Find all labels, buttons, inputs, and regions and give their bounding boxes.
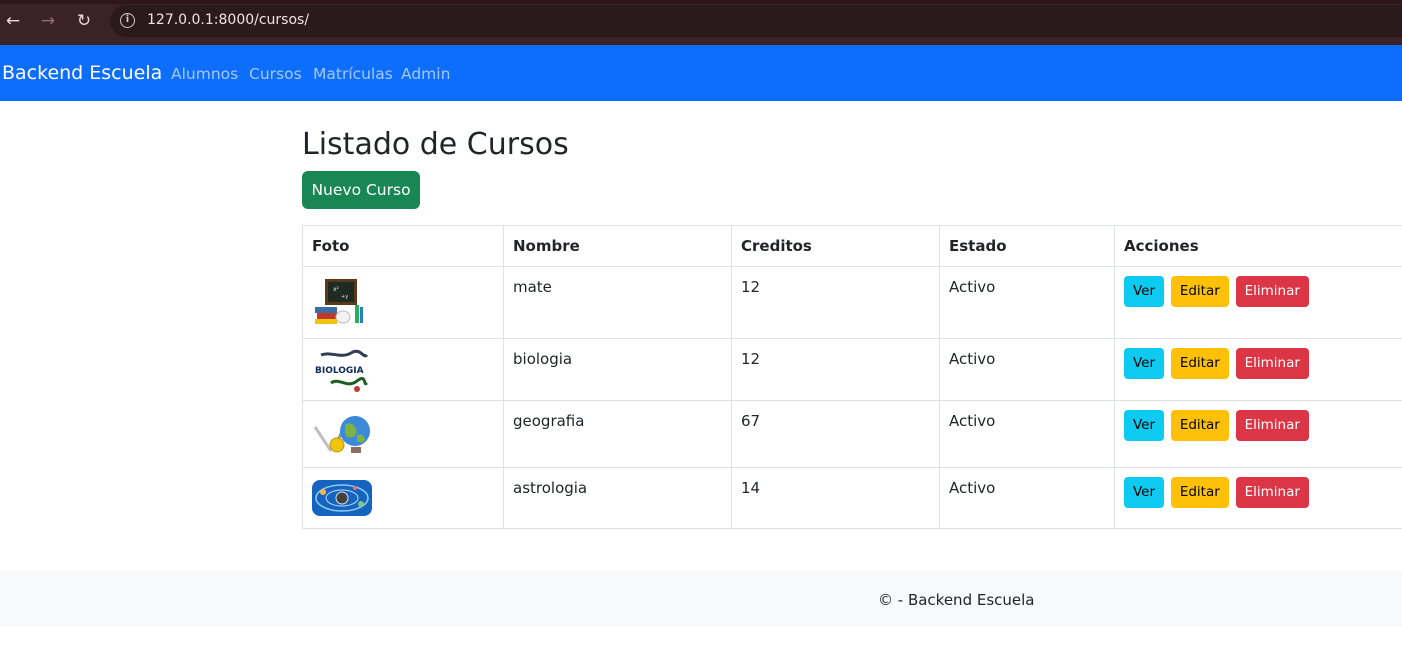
solar-system-image — [311, 478, 372, 528]
table-row: x² +y mate 12 Activo Ver Editar Eliminar — [302, 266, 1402, 339]
nav-link-cursos[interactable]: Cursos — [249, 65, 302, 83]
table-row: astrologia 14 Activo Ver Editar Eliminar — [302, 467, 1402, 529]
estado-cell: Activo — [939, 338, 1115, 401]
navbar-brand[interactable]: Backend Escuela — [2, 62, 162, 84]
reload-icon[interactable]: ↻ — [73, 10, 95, 32]
url-text[interactable]: 127.0.0.1:8000/cursos/ — [147, 12, 309, 28]
header-foto: Foto — [302, 225, 504, 267]
ver-button[interactable]: Ver — [1124, 477, 1165, 508]
table-header-row: Foto Nombre Creditos Estado Acciones — [302, 225, 1402, 267]
estado-cell: Activo — [939, 266, 1115, 339]
editar-button[interactable]: Editar — [1170, 276, 1229, 307]
foto-cell — [302, 400, 504, 468]
site-info-icon[interactable]: i — [120, 13, 135, 28]
ver-button[interactable]: Ver — [1124, 348, 1165, 379]
estado-cell: Activo — [939, 467, 1115, 529]
table-row: BIOLOGIA biologia 12 Activo Ver Editar E… — [302, 338, 1402, 401]
header-estado: Estado — [939, 225, 1115, 267]
acciones-cell: Ver Editar Eliminar — [1114, 400, 1402, 468]
header-creditos: Creditos — [731, 225, 940, 267]
svg-text:+y: +y — [341, 294, 348, 300]
svg-text:x²: x² — [333, 286, 340, 293]
creditos-cell: 12 — [731, 266, 940, 339]
new-course-button[interactable]: Nuevo Curso — [302, 171, 420, 209]
back-icon[interactable]: ← — [2, 10, 24, 32]
creditos-cell: 67 — [731, 400, 940, 468]
globe-compass-image — [311, 411, 371, 461]
eliminar-button[interactable]: Eliminar — [1235, 410, 1309, 441]
ver-button[interactable]: Ver — [1124, 410, 1165, 441]
foto-cell: BIOLOGIA — [302, 338, 504, 401]
estado-cell: Activo — [939, 400, 1115, 468]
browser-toolbar: ← → ↻ i 127.0.0.1:8000/cursos/ — [0, 0, 1402, 45]
nombre-cell: biologia — [503, 338, 732, 401]
nav-link-matriculas[interactable]: Matrículas — [313, 65, 393, 83]
eliminar-button[interactable]: Eliminar — [1235, 477, 1309, 508]
creditos-cell: 12 — [731, 338, 940, 401]
header-acciones: Acciones — [1114, 225, 1402, 267]
nav-link-admin[interactable]: Admin — [401, 65, 450, 83]
foto-cell — [302, 467, 504, 529]
editar-button[interactable]: Editar — [1170, 348, 1229, 379]
nombre-cell: geografia — [503, 400, 732, 468]
editar-button[interactable]: Editar — [1170, 410, 1229, 441]
nombre-cell: astrologia — [503, 467, 732, 529]
top-navbar: Backend Escuela Alumnos Cursos Matrícula… — [0, 45, 1402, 101]
eliminar-button[interactable]: Eliminar — [1235, 348, 1309, 379]
courses-table: Foto Nombre Creditos Estado Acciones x² … — [302, 225, 1402, 529]
table-row: geografia 67 Activo Ver Editar Eliminar — [302, 400, 1402, 468]
footer-text: © - Backend Escuela — [878, 591, 1035, 609]
biologia-dna-image: BIOLOGIA — [311, 349, 371, 399]
page-title: Listado de Cursos — [302, 127, 569, 162]
acciones-cell: Ver Editar Eliminar — [1114, 266, 1402, 339]
chalkboard-books-image: x² +y — [311, 277, 371, 327]
nombre-cell: mate — [503, 266, 732, 339]
ver-button[interactable]: Ver — [1124, 276, 1165, 307]
acciones-cell: Ver Editar Eliminar — [1114, 467, 1402, 529]
forward-icon[interactable]: → — [37, 10, 59, 32]
eliminar-button[interactable]: Eliminar — [1235, 276, 1309, 307]
editar-button[interactable]: Editar — [1170, 477, 1229, 508]
header-nombre: Nombre — [503, 225, 732, 267]
address-bar[interactable]: i 127.0.0.1:8000/cursos/ — [110, 5, 1402, 37]
nav-link-alumnos[interactable]: Alumnos — [171, 65, 238, 83]
tab-strip — [0, 0, 1402, 4]
biologia-label: BIOLOGIA — [315, 366, 364, 376]
foto-cell: x² +y — [302, 266, 504, 339]
footer: © - Backend Escuela — [0, 571, 1402, 627]
acciones-cell: Ver Editar Eliminar — [1114, 338, 1402, 401]
creditos-cell: 14 — [731, 467, 940, 529]
